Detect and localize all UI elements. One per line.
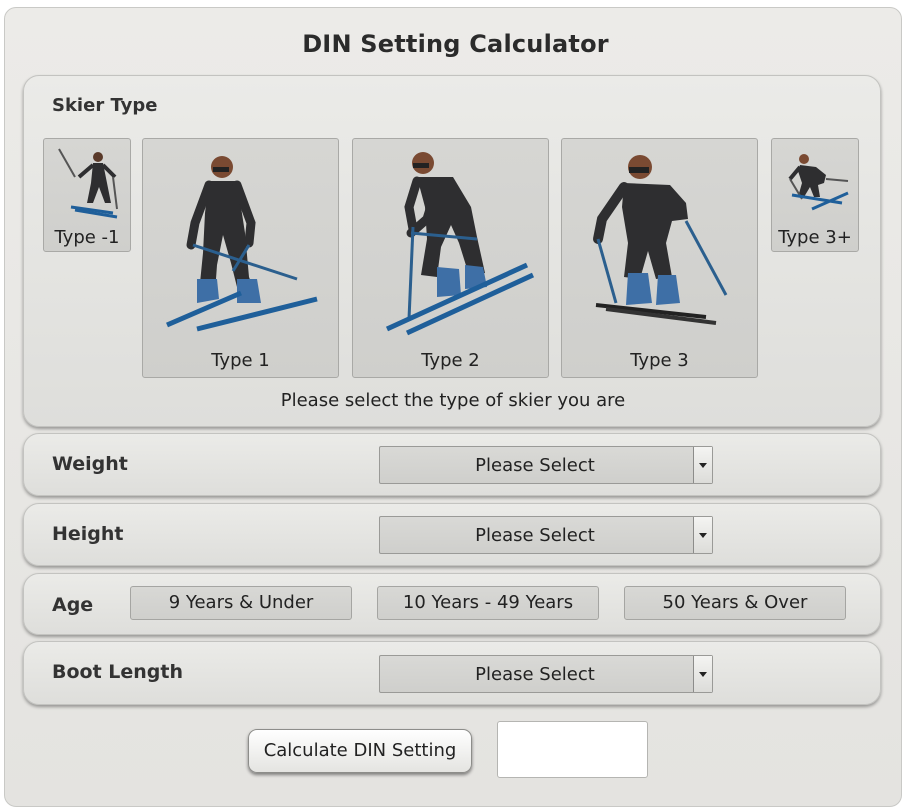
- height-panel: Height Please Select: [23, 503, 881, 566]
- skier-card-type-1[interactable]: Type 1: [142, 138, 339, 378]
- height-select[interactable]: Please Select: [379, 516, 713, 554]
- boot-length-label: Boot Length: [52, 661, 184, 683]
- height-select-value: Please Select: [475, 525, 595, 546]
- skier-type-label: Skier Type: [52, 95, 158, 116]
- weight-panel: Weight Please Select: [23, 433, 881, 496]
- skier-type-panel: Skier Type Type -1 Type 1 Type 2 Type 3 …: [23, 75, 881, 427]
- skier-card-label: Type 3+: [778, 227, 852, 248]
- skier-type-3-icon: [593, 155, 728, 325]
- height-label: Height: [52, 523, 124, 545]
- chevron-down-icon[interactable]: [693, 656, 712, 692]
- age-option-10-to-49[interactable]: 10 Years - 49 Years: [377, 586, 599, 620]
- skier-card-label: Type -1: [54, 227, 120, 248]
- skier-card-label: Type 2: [421, 350, 480, 371]
- skier-type-minus1-icon: [58, 148, 118, 219]
- weight-select-value: Please Select: [475, 455, 595, 476]
- age-panel: Age 9 Years & Under 10 Years - 49 Years …: [23, 573, 881, 635]
- chevron-down-icon[interactable]: [693, 447, 712, 483]
- weight-label: Weight: [52, 453, 128, 475]
- weight-select[interactable]: Please Select: [379, 446, 713, 484]
- boot-length-select[interactable]: Please Select: [379, 655, 713, 693]
- skier-type-2-icon: [385, 152, 535, 336]
- boot-length-panel: Boot Length Please Select: [23, 641, 881, 705]
- skier-card-type-3plus[interactable]: Type 3+: [771, 138, 859, 252]
- age-option-50-and-over[interactable]: 50 Years & Over: [624, 586, 846, 620]
- calculate-din-button[interactable]: Calculate DIN Setting: [248, 729, 472, 773]
- age-option-9-and-under[interactable]: 9 Years & Under: [130, 586, 352, 620]
- boot-length-select-value: Please Select: [475, 664, 595, 685]
- skier-type-1-icon: [166, 156, 318, 332]
- din-result-field[interactable]: [497, 721, 648, 778]
- skier-card-type-minus1[interactable]: Type -1: [43, 138, 131, 252]
- skier-type-3plus-icon: [788, 154, 849, 211]
- page-title: DIN Setting Calculator: [302, 30, 609, 58]
- age-label: Age: [52, 594, 94, 616]
- skier-card-type-3[interactable]: Type 3: [561, 138, 758, 378]
- chevron-down-icon[interactable]: [693, 517, 712, 553]
- skier-card-label: Type 3: [630, 350, 689, 371]
- skier-type-prompt: Please select the type of skier you are: [280, 390, 626, 411]
- skier-card-type-2[interactable]: Type 2: [352, 138, 549, 378]
- skier-card-label: Type 1: [211, 350, 270, 371]
